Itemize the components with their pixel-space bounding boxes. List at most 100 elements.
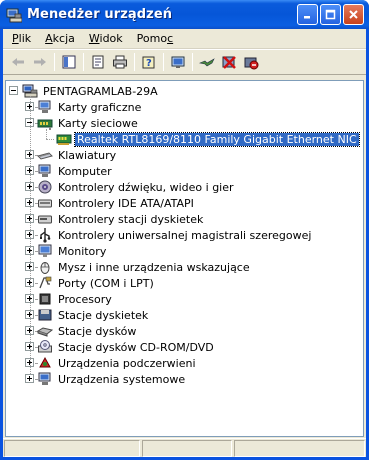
uninstall-icon <box>222 56 236 69</box>
menu-item[interactable]: Akcja <box>38 32 82 45</box>
menu-item-accelerator: W <box>88 32 100 45</box>
print-icon <box>113 55 127 69</box>
plus-icon <box>27 376 32 381</box>
tree-category-node[interactable]: Stacje dysków <box>36 323 138 339</box>
update-driver-button[interactable] <box>196 51 218 73</box>
keyboard-icon <box>37 147 53 163</box>
usb-icon <box>37 227 53 243</box>
back-icon <box>12 58 24 66</box>
minimize-button[interactable] <box>297 4 318 25</box>
tree-connector-line <box>46 129 47 139</box>
tree-category-node[interactable]: Kontrolery uniwersalnej magistrali szere… <box>37 227 313 243</box>
tree-category-node[interactable]: Stacje dysków CD-ROM/DVD <box>37 339 216 355</box>
show-hide-tree-icon <box>62 55 76 69</box>
tree-node-label: Urządzenia systemowe <box>58 372 186 386</box>
status-pane <box>142 440 232 457</box>
title-bar[interactable]: Menedżer urządzeń <box>0 0 369 29</box>
floppy-controller-icon <box>37 211 53 227</box>
menu-item-accelerator: P <box>12 32 19 45</box>
scan-hardware-button[interactable] <box>167 51 189 73</box>
print-button[interactable] <box>109 51 131 73</box>
tree-node-label: Procesory <box>58 292 112 306</box>
tree-node-label: Monitory <box>58 244 107 258</box>
scan-hardware-icon <box>171 56 185 68</box>
toolbar-separator <box>192 53 193 71</box>
tree-category-node[interactable]: Kontrolery stacji dyskietek <box>37 211 205 227</box>
window-title: Menedżer urządzeń <box>27 7 173 22</box>
computer-icon <box>37 163 53 179</box>
tree-node-label: Stacje dyskietek <box>58 308 149 322</box>
close-icon <box>349 10 358 19</box>
forward-button[interactable] <box>29 51 51 73</box>
back-button[interactable] <box>7 51 29 73</box>
sound-icon <box>37 179 53 195</box>
system-device-icon <box>37 371 53 387</box>
tree-node-label: Urządzenia podczerwieni <box>58 356 196 370</box>
show-hide-tree-button[interactable] <box>58 51 80 73</box>
tree-node-label: PENTAGRAMLAB-29A <box>43 84 158 98</box>
tree-device-node[interactable]: Realtek RTL8169/8110 Family Gigabit Ethe… <box>56 131 360 147</box>
close-button[interactable] <box>343 4 364 25</box>
menu-item[interactable]: Plik <box>5 32 38 45</box>
status-bar <box>3 438 366 457</box>
menu-item-text: lik <box>18 32 32 45</box>
tree-node-label: Karty graficzne <box>58 100 142 114</box>
minus-icon <box>11 90 16 91</box>
disable-button[interactable] <box>240 51 262 73</box>
tree-node-label: Karty sieciowe <box>58 116 138 130</box>
network-adapter-icon <box>37 115 53 131</box>
uninstall-button[interactable] <box>218 51 240 73</box>
tree-category-node[interactable]: Mysz i inne urządzenia wskazujące <box>37 259 252 275</box>
window-client: Plik Akcja Widok Pomoc ? PENTAGRAMLAB-29… <box>3 29 366 457</box>
tree-category-node[interactable]: Klawiatury <box>37 147 118 163</box>
collapse-toggle[interactable] <box>9 86 18 95</box>
expand-toggle[interactable] <box>25 374 34 383</box>
tree-node-label: Komputer <box>58 164 112 178</box>
tree-node-label: Porty (COM i LPT) <box>58 276 154 290</box>
cdrom-icon <box>37 339 53 355</box>
toolbar: ? <box>3 49 366 75</box>
ide-controller-icon <box>37 195 53 211</box>
tree-category-node[interactable]: Procesory <box>37 291 114 307</box>
tree-category-node[interactable]: Monitory <box>37 243 108 259</box>
tree-node-label: Stacje dysków CD-ROM/DVD <box>58 340 214 354</box>
tree-category-node[interactable]: Porty (COM i LPT) <box>37 275 156 291</box>
tree-root-node[interactable]: PENTAGRAMLAB-29A <box>22 83 160 99</box>
disable-icon <box>244 57 259 70</box>
toolbar-separator <box>134 53 135 71</box>
properties-button[interactable] <box>87 51 109 73</box>
infrared-icon <box>37 355 53 371</box>
tree-category-node[interactable]: Stacje dyskietek <box>37 307 150 323</box>
tree-node-label: Kontrolery dźwięku, wideo i gier <box>58 180 234 194</box>
menu-item[interactable]: Pomoc <box>130 32 180 45</box>
disk-drive-icon <box>36 323 54 339</box>
device-tree[interactable]: PENTAGRAMLAB-29A Karty graficzne Karty sie… <box>5 80 364 437</box>
maximize-button[interactable] <box>320 4 341 25</box>
port-icon <box>37 275 53 291</box>
tree-category-node[interactable]: Karty graficzne <box>37 99 143 115</box>
menu-item-accelerator: c <box>167 32 174 45</box>
tree-category-node[interactable]: Kontrolery IDE ATA/ATAPI <box>37 195 196 211</box>
menu-item-text: kcja <box>52 32 75 45</box>
toolbar-separator <box>163 53 164 71</box>
floppy-drive-icon <box>37 307 53 323</box>
menu-item-accelerator: A <box>45 32 53 45</box>
device-manager-icon <box>6 8 22 22</box>
processor-icon <box>37 291 53 307</box>
tree-category-node[interactable]: Urządzenia systemowe <box>37 371 187 387</box>
menu-item[interactable]: Widok <box>82 32 130 45</box>
help-icon: ? <box>142 56 155 69</box>
menu-item-text: idok <box>99 32 123 45</box>
maximize-icon <box>325 9 336 20</box>
tree-category-node[interactable]: Kontrolery dźwięku, wideo i gier <box>37 179 236 195</box>
svg-text:?: ? <box>146 58 152 69</box>
tree-node-label: Kontrolery IDE ATA/ATAPI <box>58 196 194 210</box>
tree-connector-line <box>30 96 31 374</box>
tree-category-node[interactable]: Urządzenia podczerwieni <box>37 355 198 371</box>
tree-category-node[interactable]: Komputer <box>37 163 114 179</box>
tree-connector-line <box>46 139 54 140</box>
tree-category-node[interactable]: Karty sieciowe <box>37 115 140 131</box>
help-button[interactable]: ? <box>138 51 160 73</box>
properties-icon <box>92 55 104 69</box>
tree-node-label: Realtek RTL8169/8110 Family Gigabit Ethe… <box>74 131 360 147</box>
